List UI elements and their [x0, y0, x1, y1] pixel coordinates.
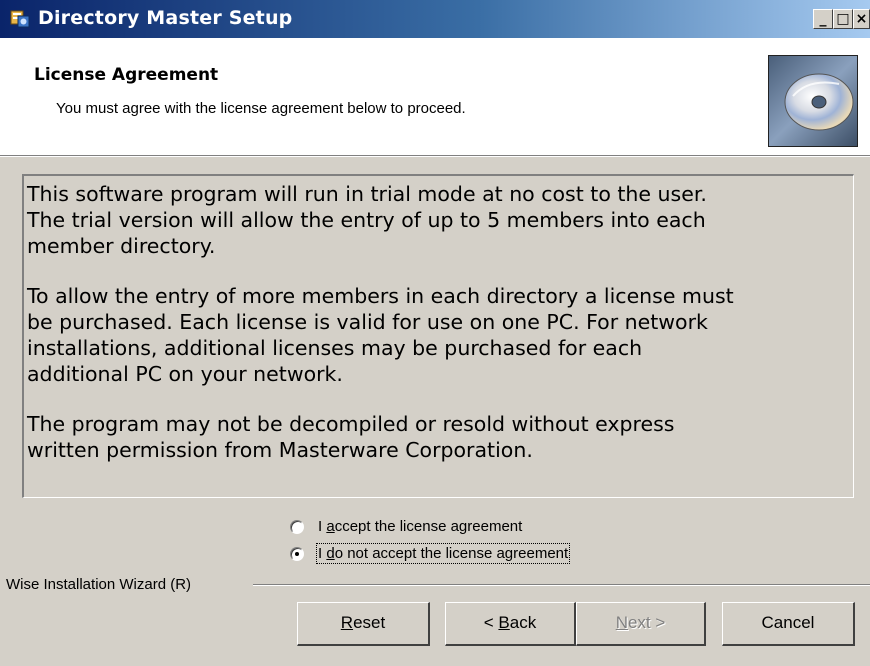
- close-button[interactable]: ×: [853, 9, 870, 29]
- cancel-button[interactable]: Cancel: [722, 602, 855, 646]
- next-button-disabled: Next >: [576, 602, 706, 646]
- license-text-box[interactable]: This software program will run in trial …: [22, 174, 854, 498]
- page-title: License Agreement: [34, 65, 219, 85]
- license-paragraph: This software program will run in trial …: [27, 182, 707, 258]
- window-title: Directory Master Setup: [38, 7, 293, 29]
- wizard-header: License Agreement You must agree with th…: [0, 38, 870, 156]
- setup-app-icon: [10, 10, 30, 28]
- back-button[interactable]: < Back: [445, 602, 576, 646]
- accept-license-label[interactable]: I accept the license agreement: [318, 518, 522, 535]
- radio-button-selected[interactable]: [290, 547, 304, 561]
- license-paragraph: The program may not be decompiled or res…: [27, 412, 675, 462]
- radio-button-unselected[interactable]: [290, 520, 304, 534]
- setup-window: Directory Master Setup _ □ × License Agr…: [0, 0, 870, 666]
- minimize-button[interactable]: _: [813, 9, 833, 29]
- maximize-button[interactable]: □: [833, 9, 853, 29]
- wizard-brand-label: Wise Installation Wizard (R): [6, 576, 196, 593]
- cd-disc-icon: [768, 55, 858, 147]
- reset-button[interactable]: Reset: [297, 602, 430, 646]
- title-bar[interactable]: Directory Master Setup _ □ ×: [0, 0, 870, 38]
- license-paragraph: To allow the entry of more members in ea…: [27, 284, 734, 386]
- decline-license-label[interactable]: I do not accept the license agreement: [315, 543, 571, 564]
- page-subtitle: You must agree with the license agreemen…: [56, 100, 466, 117]
